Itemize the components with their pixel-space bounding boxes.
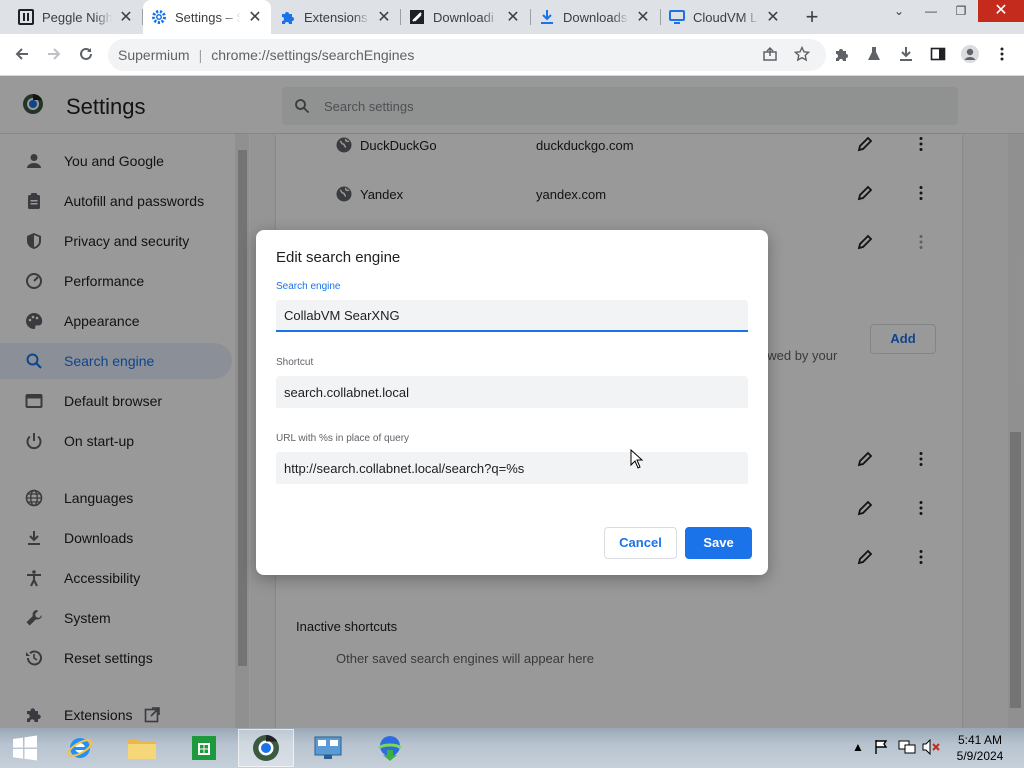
- clock-time: 5:41 AM: [957, 733, 1003, 747]
- profile-button[interactable]: [956, 40, 984, 68]
- windows-taskbar: ▲ 5:41 AM 5/9/2024: [0, 728, 1024, 768]
- taskbar-download-manager[interactable]: [362, 729, 418, 767]
- search-engine-label: Search engine: [276, 281, 341, 292]
- shortcut-input[interactable]: [276, 376, 748, 408]
- tab-title: Downloads: [563, 9, 628, 25]
- avatar-icon: [961, 45, 979, 63]
- tab-settings[interactable]: Settings – S ✕: [143, 0, 271, 34]
- tab-title: Downloadi: [433, 9, 494, 25]
- edit-search-engine-dialog: Edit search engine Search engine Shortcu…: [256, 230, 768, 575]
- taskbar-file-explorer[interactable]: [114, 729, 170, 767]
- arrow-left-icon: [15, 48, 28, 60]
- store-icon: [192, 736, 216, 760]
- tab-downloads[interactable]: Downloads ✕: [531, 0, 659, 34]
- side-panel-icon: [930, 47, 946, 61]
- network-tray-icon[interactable]: [898, 739, 916, 755]
- puzzle-icon: [282, 12, 294, 24]
- browser-toolbar: Supermium | chrome://settings/searchEngi…: [0, 34, 1024, 76]
- back-button[interactable]: [8, 40, 36, 68]
- cancel-button[interactable]: Cancel: [604, 527, 677, 559]
- start-button[interactable]: [0, 729, 50, 767]
- tab-close-icon[interactable]: ✕: [635, 7, 651, 27]
- puzzle-icon: [836, 49, 848, 61]
- new-tab-button[interactable]: +: [798, 4, 826, 30]
- flask-icon: [868, 47, 880, 60]
- share-button[interactable]: [756, 40, 784, 68]
- url-input[interactable]: [276, 452, 748, 484]
- tray-overflow-chevron-icon[interactable]: ▲: [852, 740, 864, 754]
- address-bar[interactable]: Supermium | chrome://settings/searchEngi…: [108, 39, 826, 71]
- tab-close-icon[interactable]: ✕: [247, 7, 263, 27]
- download-icon: [900, 47, 912, 61]
- minimize-icon[interactable]: —: [916, 0, 946, 22]
- address-url: chrome://settings/searchEngines: [211, 47, 415, 63]
- tab-peggle[interactable]: Peggle Nigh ✕: [10, 0, 142, 34]
- clock-date: 5/9/2024: [956, 749, 1004, 763]
- taskbar-network[interactable]: [300, 729, 356, 767]
- share-icon: [763, 46, 777, 61]
- file-explorer-icon: [128, 739, 156, 759]
- kebab-menu-icon: [1000, 47, 1004, 61]
- dialog-title: Edit search engine: [276, 249, 401, 266]
- tab-title: Extensions: [304, 9, 368, 25]
- shortcut-label: Shortcut: [276, 357, 314, 368]
- settings-gear-icon: [152, 10, 166, 24]
- labs-button[interactable]: [860, 40, 888, 68]
- extensions-button[interactable]: [828, 40, 856, 68]
- restore-icon[interactable]: ❐: [946, 0, 976, 22]
- download-manager-icon: [377, 736, 403, 761]
- tab-close-icon[interactable]: ✕: [376, 7, 392, 27]
- tab-title: CloudVM Li: [693, 9, 759, 25]
- bookmark-button[interactable]: [788, 40, 816, 68]
- tab-close-icon[interactable]: ✕: [118, 7, 134, 27]
- downloads-button[interactable]: [892, 40, 920, 68]
- download-icon: [541, 10, 553, 24]
- search-engine-input[interactable]: [276, 300, 748, 332]
- tab-title: Peggle Nigh: [42, 9, 112, 25]
- forward-button[interactable]: [40, 40, 68, 68]
- browser-name-chip: Supermium: [118, 47, 190, 63]
- arrow-right-icon: [48, 48, 61, 60]
- reload-button[interactable]: [72, 40, 100, 68]
- peggle-icon: [18, 9, 34, 25]
- tab-strip: Peggle Nigh ✕ Settings – S ✕ Extensions …: [0, 0, 1024, 34]
- action-center-flag-icon[interactable]: [874, 739, 890, 755]
- side-panel-button[interactable]: [924, 40, 952, 68]
- network-icon: [314, 736, 342, 759]
- tab-downloading[interactable]: Downloadi ✕: [401, 0, 529, 34]
- monitor-icon: [669, 10, 685, 24]
- windows-logo-icon: [13, 735, 37, 761]
- taskbar-clock[interactable]: 5:41 AM 5/9/2024: [952, 732, 1008, 764]
- omnibox-divider: |: [198, 47, 203, 63]
- save-button[interactable]: Save: [685, 527, 752, 559]
- url-label: URL with %s in place of query: [276, 433, 410, 444]
- tab-search-chevron-icon[interactable]: ⌄: [884, 0, 914, 22]
- internet-explorer-icon: [67, 738, 93, 758]
- tab-extensions[interactable]: Extensions ✕: [272, 0, 400, 34]
- reload-icon: [80, 47, 92, 60]
- tab-close-icon[interactable]: ✕: [765, 7, 781, 27]
- volume-muted-icon[interactable]: [922, 739, 940, 755]
- taskbar-ie[interactable]: [52, 729, 108, 767]
- star-icon: [794, 46, 810, 62]
- tab-cloudvm[interactable]: CloudVM Li ✕: [661, 0, 789, 34]
- taskbar-supermium[interactable]: [238, 729, 294, 767]
- mouse-pointer-icon: [630, 449, 644, 469]
- menu-button[interactable]: [988, 40, 1016, 68]
- taskbar-store[interactable]: [176, 729, 232, 767]
- supermium-icon: [253, 734, 279, 761]
- tab-close-icon[interactable]: ✕: [505, 7, 521, 27]
- download-page-icon: [410, 10, 424, 24]
- tab-title: Settings – S: [175, 9, 241, 25]
- window-close-button[interactable]: ✕: [978, 0, 1024, 22]
